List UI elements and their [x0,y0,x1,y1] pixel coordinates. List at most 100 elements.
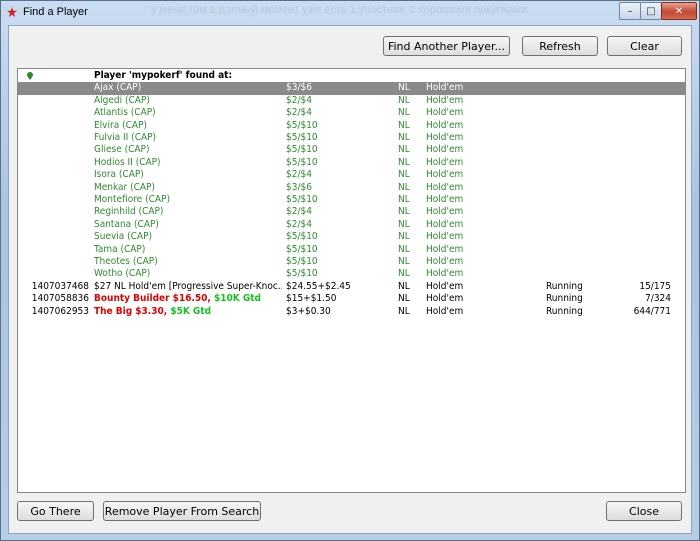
find-player-window: Find a Player у меня там в данный момент… [0,0,700,541]
table-row[interactable]: Tama (CAP) $5/$10 NL Hold'em [18,244,685,256]
table-row[interactable]: Suevia (CAP) $5/$10 NL Hold'em [18,231,685,243]
stakes-cell: $5/$10 [286,156,318,168]
game-cell: Hold'em [426,231,464,243]
limit-cell: NL [398,169,410,181]
table-row[interactable]: Gliese (CAP) $5/$10 NL Hold'em [18,144,685,156]
name-cell: Santana (CAP) [94,218,159,230]
name-cell: Bounty Builder $16.50, $10K Gtd [94,293,282,305]
status-cell: Running [546,305,583,317]
limit-cell: NL [398,181,410,193]
limit-cell: NL [398,293,410,305]
maximize-button[interactable]: □ [640,2,662,20]
limit-cell: NL [398,268,410,280]
limit-cell: NL [398,231,410,243]
table-row[interactable]: Santana (CAP) $2/$4 NL Hold'em [18,219,685,231]
limit-cell: NL [398,144,410,156]
name-part: $10K Gtd [213,293,261,305]
limit-cell: NL [398,119,410,131]
window-title: Find a Player [23,6,88,18]
name-cell: Reginhild (CAP) [94,206,164,218]
limit-cell: NL [398,132,410,143]
name-cell: Atlantis (CAP) [94,107,156,119]
limit-cell: NL [398,218,410,230]
limit-cell: NL [398,280,410,292]
close-button[interactable]: Close [606,501,682,521]
limit-cell: NL [398,107,410,119]
game-cell: Hold'em [426,305,464,317]
game-cell: Hold'em [426,194,464,205]
game-cell: Hold'em [426,293,464,305]
table-row[interactable]: Elvira (CAP) $5/$10 NL Hold'em [18,120,685,132]
stakes-cell: $5/$10 [286,256,318,267]
stakes-cell: $24.55+$2.45 [286,280,351,292]
stakes-cell: $2/$4 [286,206,312,218]
game-cell: Hold'em [426,169,464,181]
stakes-cell: $3+$0.30 [286,305,331,317]
stakes-cell: $2/$4 [286,107,312,119]
name-cell: The Big $3.30, $5K Gtd [94,306,282,318]
results-list[interactable]: Player 'mypokerf' found at: Ajax (CAP) $3… [17,68,686,493]
stakes-cell: $5/$10 [286,268,318,280]
go-there-button[interactable]: Go There [17,501,94,521]
game-cell: Hold'em [426,256,464,267]
table-row[interactable]: 1407037468 $27 NL Hold'em [Progressive Su… [18,281,685,293]
table-row[interactable]: Menkar (CAP) $3/$6 NL Hold'em [18,182,685,194]
remove-player-from-search-button[interactable]: Remove Player From Search [103,501,261,521]
stakes-cell: $5/$10 [286,132,318,143]
name-cell: Menkar (CAP) [94,181,155,193]
table-row[interactable]: Fulvia II (CAP) $5/$10 NL Hold'em [18,132,685,144]
game-cell: Hold'em [426,107,464,119]
game-cell: Hold'em [426,156,464,168]
stakes-cell: $2/$4 [286,218,312,230]
name-cell: Suevia (CAP) [94,231,153,243]
name-cell: $27 NL Hold'em [Progressive Super-Knoc..… [94,280,282,292]
limit-cell: NL [398,243,410,255]
name-cell: Isora (CAP) [94,169,144,181]
tournament-id-cell: 1407037468 [31,280,89,292]
table-row[interactable]: Montefiore (CAP) $5/$10 NL Hold'em [18,194,685,206]
name-cell: Algedi (CAP) [94,94,150,106]
background-window-text: у меня там в данный момент уже есть 1 уч… [151,4,528,16]
table-row[interactable]: 1407058836 Bounty Builder $16.50, $10K Gt… [18,293,685,305]
stakes-cell: $2/$4 [286,169,312,181]
name-cell: Hodios II (CAP) [94,156,161,168]
close-window-button[interactable]: ✕ [661,2,697,20]
name-cell: Elvira (CAP) [94,119,147,131]
name-cell: Montefiore (CAP) [94,194,170,205]
stakes-cell: $5/$10 [286,231,318,243]
stakes-cell: $5/$10 [286,243,318,255]
stakes-cell: $5/$10 [286,194,318,205]
players-count-cell: 7/324 [645,293,671,305]
table-row[interactable]: Algedi (CAP) $2/$4 NL Hold'em [18,95,685,107]
stakes-cell: $2/$4 [286,94,312,106]
dialog-body: Find Another Player... Refresh Clear Pla… [8,25,692,534]
limit-cell: NL [398,206,410,218]
table-row[interactable]: Wotho (CAP) $5/$10 NL Hold'em [18,268,685,280]
table-row[interactable]: 1407062953 The Big $3.30, $5K Gtd $3+$0.30… [18,306,685,318]
table-row[interactable]: Theotes (CAP) $5/$10 NL Hold'em [18,256,685,268]
game-cell: Hold'em [426,268,464,280]
clear-button[interactable]: Clear [607,36,682,56]
name-cell: Gliese (CAP) [94,144,150,156]
limit-cell: NL [398,94,410,106]
game-cell: Hold'em [426,243,464,255]
table-row[interactable]: Atlantis (CAP) $2/$4 NL Hold'em [18,107,685,119]
find-another-player-button[interactable]: Find Another Player... [383,36,510,56]
table-row[interactable]: Hodios II (CAP) $5/$10 NL Hold'em [18,157,685,169]
game-cell: Hold'em [426,94,464,106]
table-row[interactable]: Ajax (CAP) $3/$6 NL Hold'em [18,82,685,95]
stakes-cell: $3/$6 [286,82,312,94]
players-count-cell: 644/771 [633,305,671,317]
game-cell: Hold'em [426,181,464,193]
name-part: The Big $3.30 [94,305,164,317]
table-row[interactable]: Isora (CAP) $2/$4 NL Hold'em [18,169,685,181]
game-cell: Hold'em [426,119,464,131]
name-part: $5K Gtd [170,305,212,317]
minimize-button[interactable]: – [619,2,641,20]
name-cell: Tama (CAP) [94,243,146,255]
name-cell: Ajax (CAP) [94,82,142,94]
title-bar[interactable]: Find a Player у меня там в данный момент… [1,1,699,25]
players-count-cell: 15/175 [639,280,671,292]
refresh-button[interactable]: Refresh [522,36,598,56]
table-row[interactable]: Reginhild (CAP) $2/$4 NL Hold'em [18,206,685,218]
